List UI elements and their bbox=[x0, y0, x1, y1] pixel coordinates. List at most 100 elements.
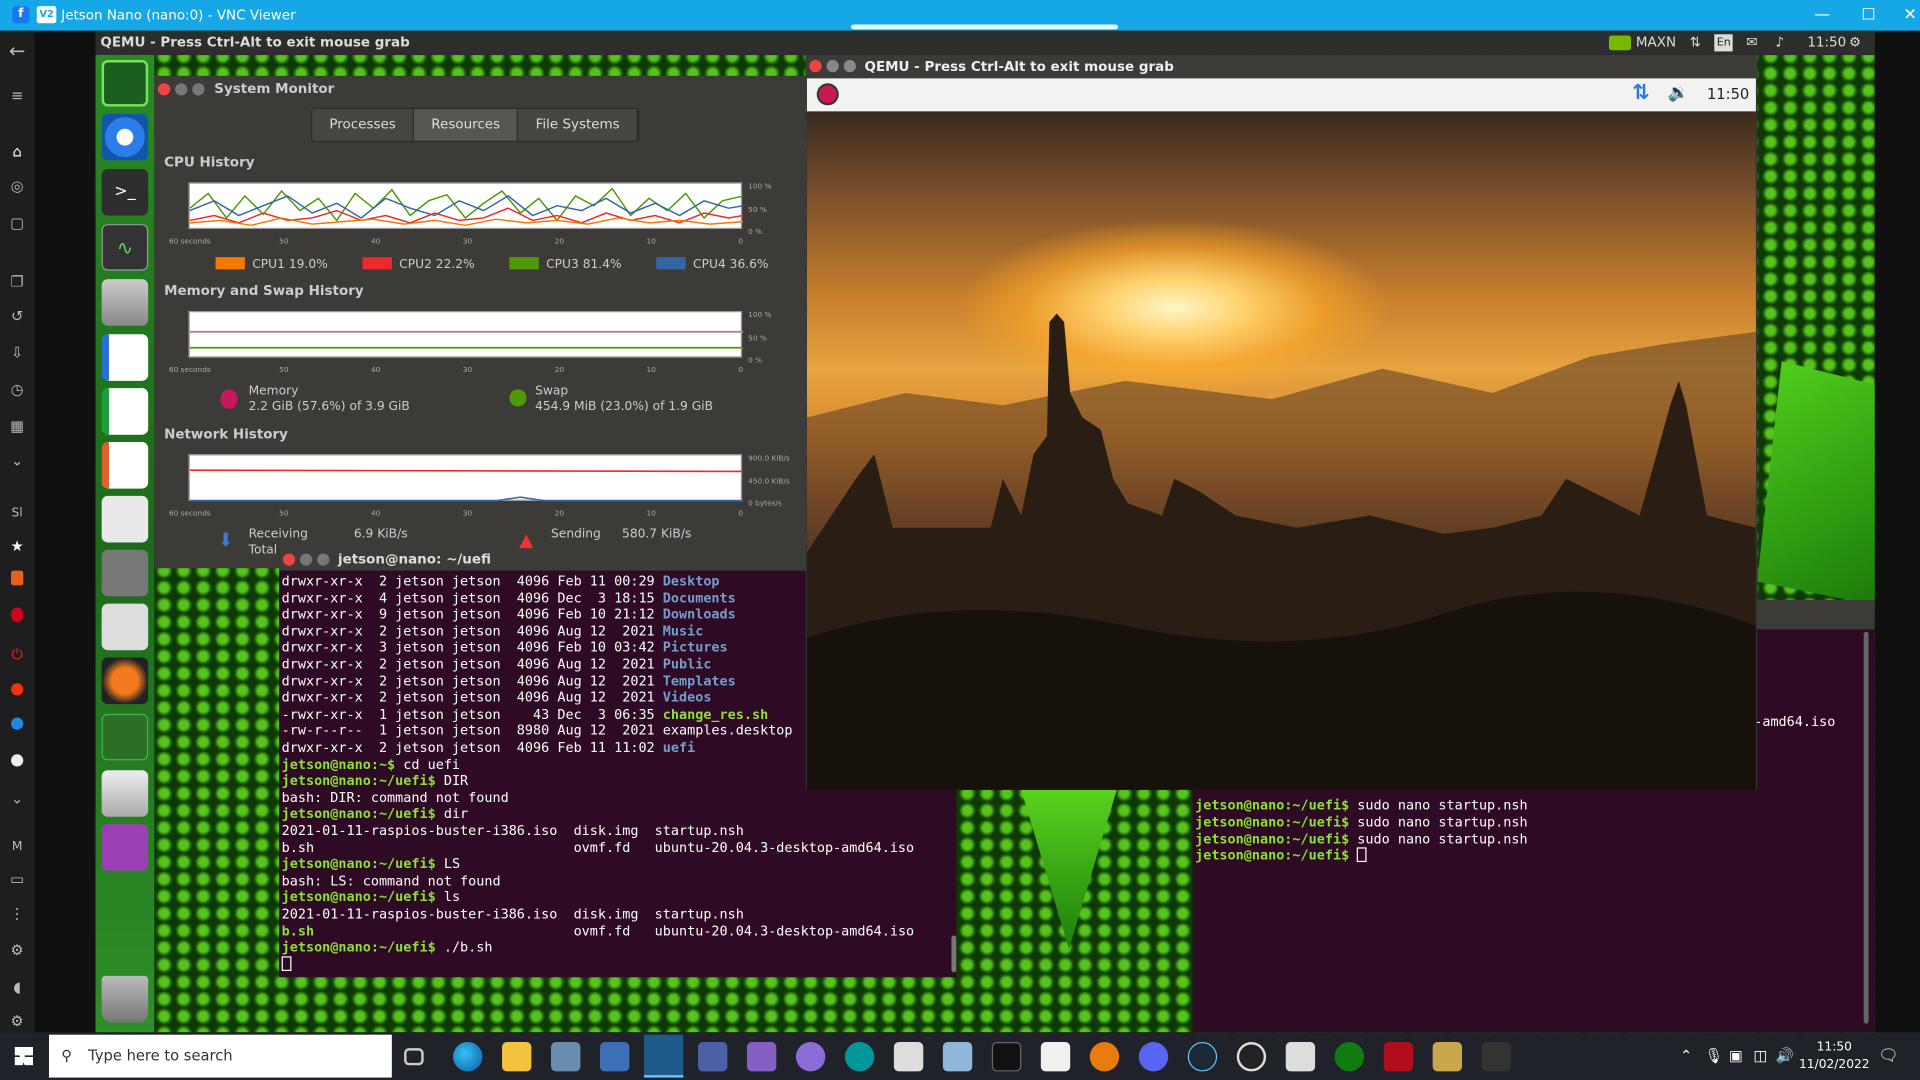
copy-icon[interactable]: ❐ bbox=[0, 268, 34, 295]
network-icon[interactable]: ⇅ bbox=[1632, 81, 1649, 105]
tab-resources[interactable]: Resources bbox=[414, 108, 519, 141]
app-icon[interactable] bbox=[600, 1042, 630, 1072]
calc-icon[interactable] bbox=[101, 388, 149, 435]
close-window-icon[interactable] bbox=[809, 60, 822, 73]
clock-icon[interactable]: ◷ bbox=[0, 376, 34, 403]
download-icon[interactable]: ⇩ bbox=[0, 339, 34, 366]
tools-icon[interactable] bbox=[101, 549, 149, 597]
app-icon[interactable] bbox=[1481, 1042, 1512, 1072]
vnc-toolbar-tab[interactable] bbox=[851, 24, 1118, 30]
volume-icon[interactable]: 🔉 bbox=[1668, 83, 1689, 103]
arduino-icon[interactable] bbox=[844, 1042, 875, 1072]
terminal-icon[interactable]: >_ bbox=[101, 168, 149, 216]
app-icon[interactable] bbox=[1285, 1042, 1316, 1072]
app-icon-white[interactable] bbox=[0, 748, 34, 775]
close-button[interactable]: ✕ bbox=[1888, 0, 1920, 31]
network-tray-icon[interactable]: ▣ bbox=[1729, 1047, 1743, 1064]
screen-icon[interactable]: ▭ bbox=[0, 866, 34, 893]
workspace-switcher-icon[interactable] bbox=[101, 713, 149, 761]
minimize-window-icon[interactable] bbox=[300, 553, 313, 566]
app-icon-orange[interactable] bbox=[0, 567, 34, 594]
app-icon-blue[interactable] bbox=[0, 711, 34, 738]
close-window-icon[interactable] bbox=[157, 83, 171, 96]
settings-gear-icon[interactable]: ⚙ bbox=[1849, 31, 1861, 55]
task-view-icon[interactable] bbox=[404, 1048, 424, 1066]
cpu3-swatch[interactable] bbox=[509, 257, 539, 270]
edge-icon[interactable] bbox=[453, 1042, 483, 1072]
file-manager-icon[interactable] bbox=[101, 279, 149, 326]
cpu4-swatch[interactable] bbox=[656, 257, 686, 270]
nvidia-icon[interactable] bbox=[1608, 35, 1632, 51]
app-icon[interactable] bbox=[1383, 1042, 1414, 1072]
notification-icon[interactable]: 🗨 bbox=[1878, 1047, 1898, 1065]
app-icon-red-dot[interactable] bbox=[0, 677, 34, 704]
cpu2-swatch[interactable] bbox=[362, 257, 392, 270]
maximize-window-icon[interactable] bbox=[192, 83, 205, 96]
blender-icon[interactable] bbox=[1089, 1042, 1120, 1072]
vnc-viewer-taskbar-icon[interactable] bbox=[644, 1034, 684, 1078]
mail-icon[interactable]: ✉ bbox=[1746, 31, 1757, 55]
audio-icon[interactable]: ◖ bbox=[0, 973, 34, 1000]
app-icon[interactable] bbox=[1432, 1042, 1463, 1072]
chevron-down-icon[interactable]: ⌄ bbox=[0, 785, 34, 812]
settings-icon[interactable]: ⚙ bbox=[0, 937, 34, 964]
raspberry-icon[interactable] bbox=[816, 83, 839, 106]
close-window-icon[interactable] bbox=[282, 553, 296, 566]
github-icon[interactable] bbox=[795, 1042, 826, 1072]
wifi-icon[interactable]: ◫ bbox=[1753, 1047, 1767, 1064]
visual-studio-icon[interactable] bbox=[746, 1042, 777, 1072]
system-monitor-icon[interactable]: ∿ bbox=[101, 224, 149, 271]
home-icon[interactable]: ⌂ bbox=[0, 138, 34, 165]
star-icon[interactable]: ★ bbox=[0, 533, 34, 560]
drive-icon[interactable] bbox=[101, 770, 149, 817]
tab-file-systems[interactable]: File Systems bbox=[518, 108, 639, 141]
volume-tray-icon[interactable]: 🔊 bbox=[1776, 1047, 1794, 1064]
minimize-window-icon[interactable] bbox=[175, 83, 188, 96]
terminal-2-scrollbar[interactable] bbox=[1863, 631, 1869, 1024]
app-icon-power[interactable]: ⏻ bbox=[0, 640, 34, 667]
discord-icon[interactable] bbox=[1138, 1042, 1169, 1072]
chevron-down-icon[interactable]: ⌄ bbox=[0, 447, 34, 474]
bag-icon[interactable]: ▢ bbox=[0, 209, 34, 236]
minimize-window-icon[interactable] bbox=[826, 60, 839, 73]
swap-pie-icon[interactable] bbox=[509, 389, 527, 407]
volume-icon[interactable]: ♪ bbox=[1776, 31, 1785, 55]
chevron-up-icon[interactable]: ⌃ bbox=[1680, 1047, 1692, 1064]
xbox-icon[interactable] bbox=[1334, 1042, 1365, 1072]
guest-clock[interactable]: 11:50 bbox=[1807, 31, 1846, 55]
maximize-window-icon[interactable] bbox=[317, 553, 330, 566]
menu-icon[interactable]: ≡ bbox=[0, 82, 34, 109]
receiving-arrow-icon[interactable]: ⬇ bbox=[218, 529, 233, 551]
store-icon[interactable]: ▦ bbox=[0, 413, 34, 440]
app-icon[interactable] bbox=[893, 1042, 924, 1072]
settings-app-icon[interactable] bbox=[101, 60, 149, 107]
memory-pie-icon[interactable] bbox=[220, 389, 238, 409]
cpu1-swatch[interactable] bbox=[215, 257, 245, 270]
trash-icon[interactable] bbox=[101, 975, 149, 1023]
terminal-taskbar-icon[interactable] bbox=[991, 1042, 1022, 1072]
keyboard-layout-icon[interactable]: En bbox=[1714, 34, 1734, 52]
maximize-window-icon[interactable] bbox=[843, 60, 856, 73]
taskbar-search-box[interactable]: ⚲ Type here to search bbox=[48, 1034, 392, 1078]
dials-icon[interactable] bbox=[101, 603, 149, 651]
tab-processes[interactable]: Processes bbox=[312, 108, 415, 141]
media-icon[interactable] bbox=[101, 824, 149, 871]
maximize-button[interactable]: ☐ bbox=[1847, 0, 1891, 31]
app-icon[interactable] bbox=[942, 1042, 973, 1072]
network-transfer-icon[interactable]: ⇅ bbox=[1690, 31, 1701, 55]
raspios-clock[interactable]: 11:50 bbox=[1707, 86, 1749, 103]
app-icon[interactable] bbox=[697, 1042, 728, 1072]
app-icon[interactable] bbox=[1040, 1042, 1071, 1072]
writer-icon[interactable] bbox=[101, 334, 149, 381]
chromium-icon[interactable] bbox=[101, 113, 149, 161]
file-explorer-icon[interactable] bbox=[502, 1042, 532, 1072]
gear-icon[interactable]: ⚙ bbox=[0, 1008, 34, 1035]
compass-icon[interactable]: ◎ bbox=[0, 173, 34, 200]
steam-icon[interactable] bbox=[1187, 1042, 1218, 1072]
terminal-scrollbar[interactable] bbox=[951, 935, 957, 973]
windows-start-icon[interactable] bbox=[14, 1046, 34, 1066]
back-arrow-icon[interactable]: ← bbox=[0, 38, 34, 65]
impress-icon[interactable] bbox=[101, 442, 149, 489]
list-icon[interactable]: ⋮ bbox=[0, 900, 34, 927]
power-mode-label[interactable]: MAXN bbox=[1636, 31, 1676, 55]
